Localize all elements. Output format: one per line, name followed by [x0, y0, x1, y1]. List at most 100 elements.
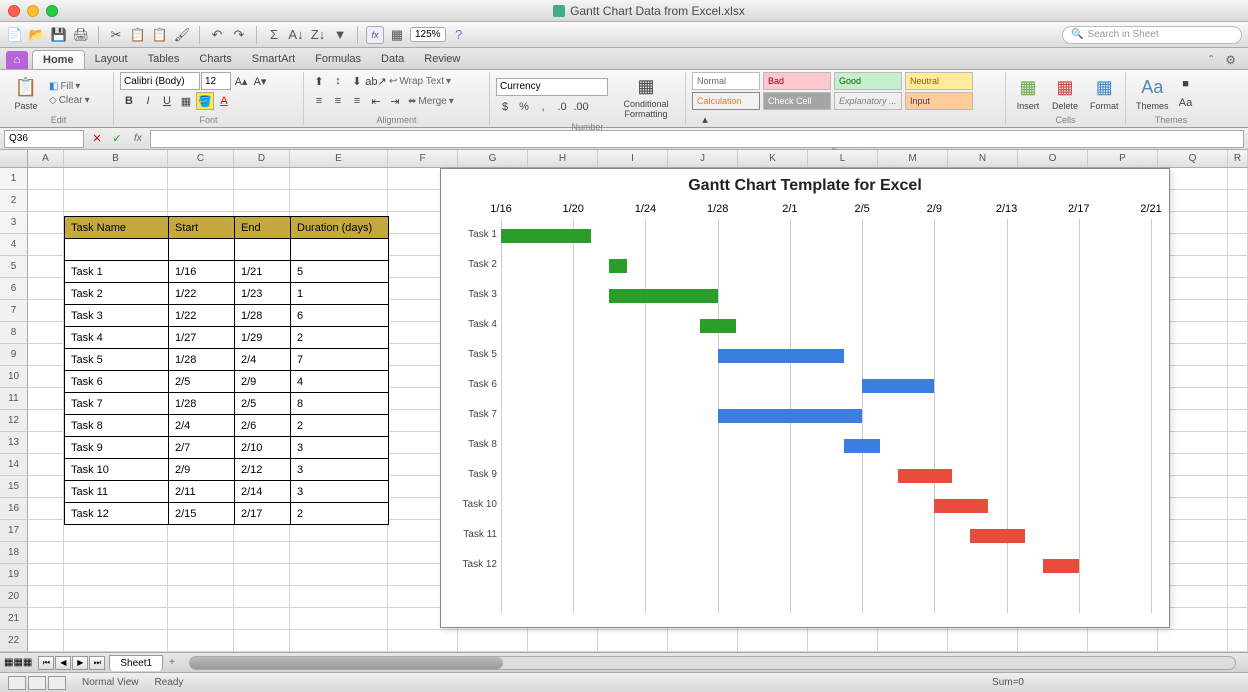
zoom-window-button[interactable] — [46, 5, 58, 17]
table-cell[interactable]: Task 8 — [65, 415, 169, 437]
cell[interactable] — [28, 300, 64, 322]
row-header[interactable]: 14 — [0, 454, 28, 476]
cell[interactable] — [28, 168, 64, 190]
cell[interactable] — [64, 608, 168, 630]
cell[interactable] — [168, 586, 234, 608]
ribbon-tab-review[interactable]: Review — [414, 50, 470, 69]
chart-bar[interactable] — [718, 349, 844, 363]
row-header[interactable]: 15 — [0, 476, 28, 498]
align-left-icon[interactable]: ≡ — [310, 92, 328, 110]
row-header[interactable]: 19 — [0, 564, 28, 586]
column-header[interactable]: J — [668, 150, 738, 167]
cell[interactable] — [1228, 234, 1248, 256]
table-cell[interactable]: 3 — [291, 459, 389, 481]
cell[interactable] — [1228, 322, 1248, 344]
chart-bar[interactable] — [898, 469, 952, 483]
align-top-icon[interactable]: ⬆ — [310, 72, 328, 90]
cell[interactable] — [28, 498, 64, 520]
bold-button[interactable]: B — [120, 92, 138, 110]
cell[interactable] — [28, 366, 64, 388]
column-header[interactable]: E — [290, 150, 388, 167]
next-sheet-icon[interactable]: ▶ — [72, 656, 88, 670]
row-header[interactable]: 22 — [0, 630, 28, 652]
column-header[interactable]: H — [528, 150, 598, 167]
align-center-icon[interactable]: ≡ — [329, 92, 347, 110]
cell[interactable] — [28, 476, 64, 498]
redo-icon[interactable]: ↷ — [230, 26, 248, 44]
cell[interactable] — [234, 586, 290, 608]
table-cell[interactable]: 5 — [291, 261, 389, 283]
cell[interactable] — [28, 278, 64, 300]
fill-button[interactable]: ◧Fill▾ — [46, 80, 93, 93]
table-cell[interactable]: 2/4 — [235, 349, 291, 371]
table-cell[interactable]: 2/15 — [169, 503, 235, 525]
increase-font-icon[interactable]: A▴ — [232, 72, 250, 90]
search-input[interactable]: 🔍Search in Sheet — [1062, 26, 1242, 44]
cell[interactable] — [168, 168, 234, 190]
cell[interactable] — [948, 630, 1018, 652]
row-header[interactable]: 20 — [0, 586, 28, 608]
style-input[interactable]: Input — [905, 92, 973, 110]
conditional-formatting-button[interactable]: ▦Conditional Formatting — [612, 72, 680, 121]
undo-icon[interactable]: ↶ — [208, 26, 226, 44]
table-cell[interactable]: Task 1 — [65, 261, 169, 283]
cell[interactable] — [1158, 630, 1228, 652]
table-cell[interactable]: 2/17 — [235, 503, 291, 525]
cell[interactable] — [290, 630, 388, 652]
row-header[interactable]: 13 — [0, 432, 28, 454]
cell[interactable] — [1228, 190, 1248, 212]
cell[interactable] — [1228, 300, 1248, 322]
column-header[interactable]: Q — [1158, 150, 1228, 167]
clear-button[interactable]: ◇Clear▾ — [46, 94, 93, 107]
cell[interactable] — [28, 520, 64, 542]
table-cell[interactable]: Task 4 — [65, 327, 169, 349]
table-cell[interactable]: 1/28 — [169, 349, 235, 371]
column-header[interactable]: F — [388, 150, 458, 167]
currency-icon[interactable]: $ — [496, 98, 514, 116]
themes-button[interactable]: AaThemes — [1132, 74, 1173, 113]
table-cell[interactable]: Task 10 — [65, 459, 169, 481]
table-cell[interactable]: 1/22 — [169, 283, 235, 305]
cell[interactable] — [1228, 586, 1248, 608]
column-header[interactable]: O — [1018, 150, 1088, 167]
italic-button[interactable]: I — [139, 92, 157, 110]
cell[interactable] — [808, 630, 878, 652]
row-header[interactable]: 1 — [0, 168, 28, 190]
cell[interactable] — [28, 190, 64, 212]
style-bad[interactable]: Bad — [763, 72, 831, 90]
cell[interactable] — [290, 608, 388, 630]
chart-bar[interactable] — [844, 439, 880, 453]
fx-icon[interactable]: fx — [366, 26, 384, 44]
cell[interactable] — [64, 190, 168, 212]
print-icon[interactable]: 🖨 — [72, 26, 90, 44]
decrease-indent-icon[interactable]: ⇤ — [367, 92, 385, 110]
table-cell[interactable]: 7 — [291, 349, 389, 371]
cell[interactable] — [290, 542, 388, 564]
ribbon-tab-formulas[interactable]: Formulas — [305, 50, 371, 69]
column-header[interactable]: N — [948, 150, 1018, 167]
cell[interactable] — [1228, 476, 1248, 498]
chart-bar[interactable] — [1043, 559, 1079, 573]
chart-bar[interactable] — [501, 229, 591, 243]
autosum-icon[interactable]: Σ — [265, 26, 283, 44]
cell[interactable] — [64, 630, 168, 652]
font-color-button[interactable]: A — [215, 92, 233, 110]
table-cell[interactable]: 3 — [291, 481, 389, 503]
cell[interactable] — [598, 630, 668, 652]
cell[interactable] — [1228, 608, 1248, 630]
cell[interactable] — [28, 608, 64, 630]
cell[interactable] — [388, 630, 458, 652]
table-cell[interactable]: 2 — [291, 327, 389, 349]
table-cell[interactable]: 1/16 — [169, 261, 235, 283]
sheet-tab-sheet1[interactable]: Sheet1 — [109, 655, 163, 671]
horizontal-scrollbar[interactable] — [189, 656, 1236, 670]
close-window-button[interactable] — [8, 5, 20, 17]
first-sheet-icon[interactable]: ⏮ — [38, 656, 54, 670]
cell[interactable] — [168, 608, 234, 630]
ribbon-tab-layout[interactable]: Layout — [85, 50, 138, 69]
row-header[interactable]: 21 — [0, 608, 28, 630]
row-header[interactable]: 9 — [0, 344, 28, 366]
row-header[interactable]: 11 — [0, 388, 28, 410]
table-cell[interactable]: 3 — [291, 437, 389, 459]
cell[interactable] — [290, 190, 388, 212]
